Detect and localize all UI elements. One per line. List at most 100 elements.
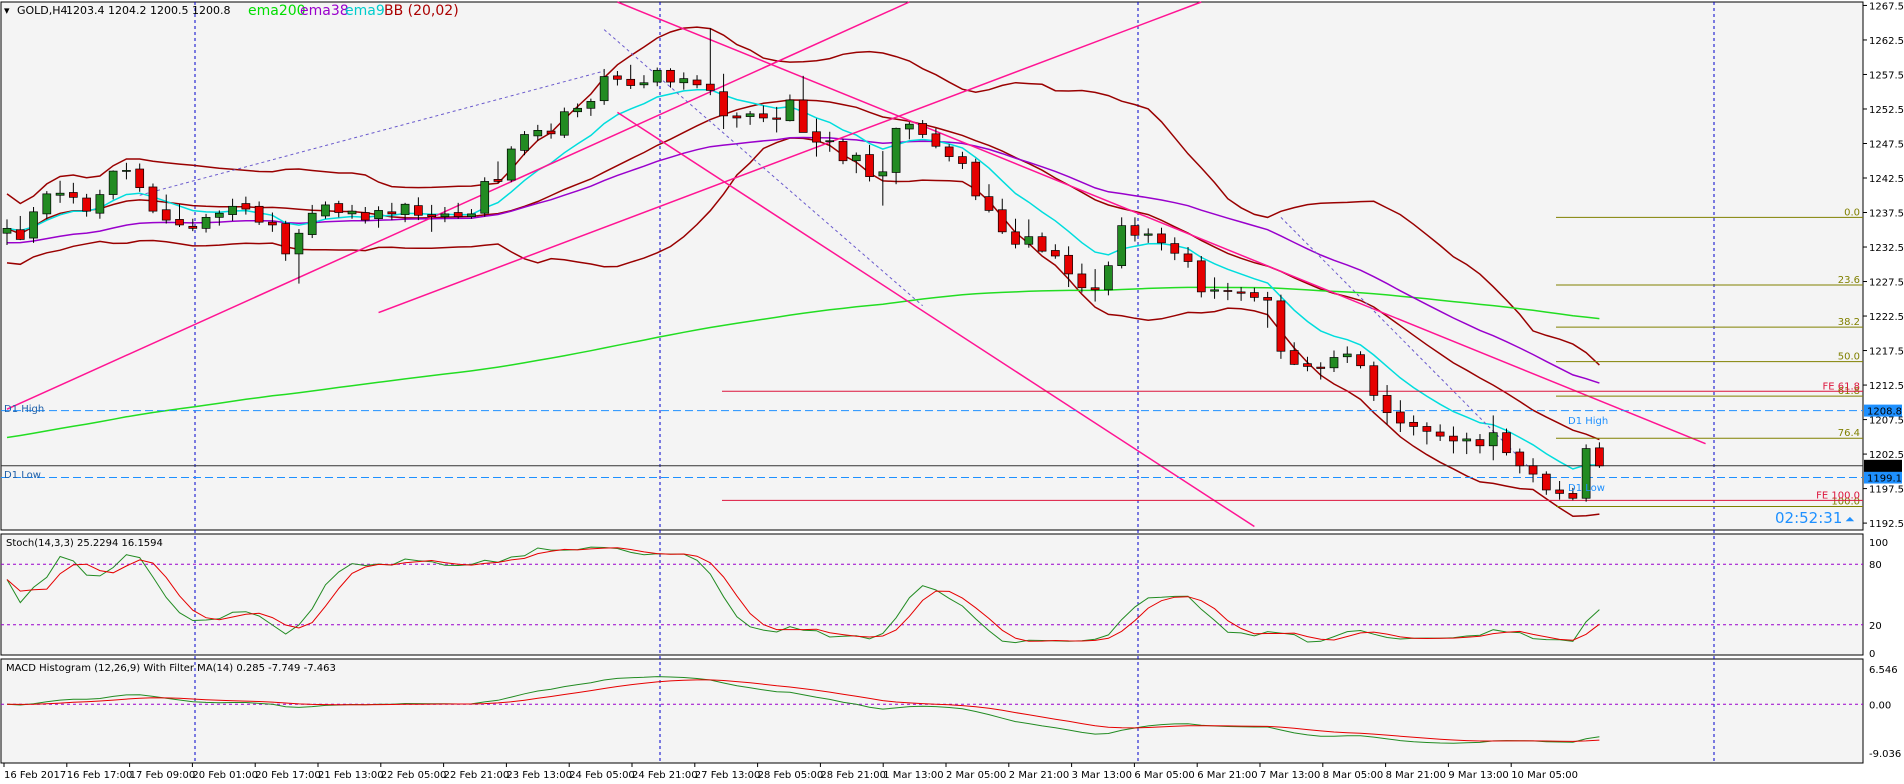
candle-body (135, 168, 145, 189)
candle-body (918, 123, 927, 135)
candle-body (944, 146, 954, 157)
candle-body (1422, 426, 1432, 432)
candle-body (68, 192, 78, 198)
candle-body (1157, 233, 1166, 244)
candle-body (692, 79, 702, 86)
candle-body (493, 179, 503, 182)
candle-body (1541, 473, 1551, 491)
candle-body (1223, 290, 1233, 292)
time-tick-label: 28 Feb 05:00 (758, 770, 824, 781)
stoch-pane (0, 533, 1864, 656)
candle-body (997, 209, 1007, 233)
d1-high-right-label: D1 High (1568, 416, 1608, 427)
time-tick-label: 21 Feb 13:00 (318, 770, 384, 781)
candle-body (1064, 254, 1073, 275)
candle-body (360, 212, 370, 221)
candle[interactable] (506, 146, 516, 183)
candle-body (15, 229, 25, 240)
time-tick-label: 2 Mar 21:00 (1009, 770, 1069, 781)
time-tick-label: 6 Mar 05:00 (1134, 770, 1194, 781)
candle-body (387, 211, 397, 215)
ohlc-label: 1203.4 1204.2 1200.5 1200.8 (66, 4, 230, 17)
candle-body (878, 171, 888, 177)
candle-body (29, 211, 38, 239)
candle-body (2, 228, 12, 234)
candle[interactable] (559, 107, 569, 138)
candle-body (626, 78, 636, 86)
candle-body (732, 115, 742, 119)
candle-body (1462, 438, 1472, 442)
candle[interactable] (838, 138, 848, 165)
candle-body (374, 210, 383, 220)
macd-pane (0, 658, 1864, 764)
candle-body (1555, 489, 1564, 494)
time-tick-label: 16 Feb 2017 (4, 770, 66, 781)
time-tick-label: 8 Mar 05:00 (1323, 770, 1383, 781)
trading-chart[interactable]: 0.023.638.250.061.876.4100.0FE 61.8FE 10… (0, 0, 1904, 784)
price-tick-label: 1242.5 (1869, 174, 1904, 185)
candle-body (228, 205, 237, 215)
price-tick-label: 1202.5 (1869, 450, 1904, 461)
candle-body (148, 186, 158, 212)
candle[interactable] (480, 177, 490, 217)
candle[interactable] (1196, 255, 1206, 298)
candle-body (865, 154, 874, 177)
fib-level-label: 76.4 (1838, 428, 1860, 439)
candle-body (931, 133, 941, 147)
candle[interactable] (1369, 361, 1379, 401)
candle-body (546, 130, 556, 135)
fib-level-label: 38.2 (1838, 317, 1860, 328)
candle-body (1409, 421, 1418, 427)
candle-body (453, 212, 463, 218)
price-tick-label: 1257.5 (1869, 70, 1904, 81)
candle-body (1183, 253, 1193, 262)
candle[interactable] (148, 183, 158, 214)
d1-low-label: D1 Low (4, 470, 41, 481)
candle-body (666, 69, 675, 83)
candle-body (1369, 365, 1379, 396)
candle-body (55, 192, 65, 196)
candle-body (400, 203, 410, 215)
candle-body (122, 170, 131, 172)
candle-body (1236, 291, 1246, 294)
macd-label: MACD Histogram (12,26,9) With Filter MA(… (6, 663, 336, 674)
candle-body (1395, 411, 1405, 424)
candle[interactable] (971, 158, 981, 201)
fib-level-label: 50.0 (1838, 352, 1860, 363)
current-price-tag: 1200.8 (1867, 462, 1902, 473)
candle-body (984, 196, 994, 211)
countdown-arrow-icon: ⏶ (1845, 512, 1855, 526)
candle-body (719, 91, 728, 117)
candle[interactable] (1276, 294, 1286, 359)
candle-body (905, 123, 914, 130)
price-tick-label: 1222.5 (1869, 312, 1904, 323)
candle-body (294, 232, 304, 255)
panes (0, 1, 1864, 764)
price-tick-label: 1212.5 (1869, 381, 1904, 392)
candle-body (1276, 300, 1286, 352)
candle-body (1263, 297, 1273, 301)
candle-body (1568, 493, 1578, 499)
candle-body (42, 193, 52, 215)
candle-body (1130, 225, 1140, 236)
candle[interactable] (1502, 428, 1511, 456)
candle-body (1037, 236, 1047, 252)
price-tick-label: 1192.5 (1869, 519, 1904, 530)
candle-body (1342, 353, 1352, 358)
candle-body (745, 113, 755, 117)
candle-body (1382, 395, 1392, 414)
candle-body (812, 131, 821, 143)
candle-body (480, 181, 490, 214)
candle-body (1024, 236, 1034, 245)
candle-body (1143, 233, 1153, 236)
candle-body (1090, 287, 1100, 291)
candle[interactable] (29, 206, 38, 243)
header-arrow-icon: ▾ (4, 4, 10, 17)
price-tick-label: 1232.5 (1869, 243, 1904, 254)
price-tick-label: 1217.5 (1869, 347, 1904, 358)
candle-body (268, 221, 277, 226)
time-tick-label: 24 Feb 05:00 (569, 770, 635, 781)
candle-body (705, 83, 715, 91)
candle-body (440, 213, 450, 218)
candle-body (798, 99, 808, 133)
